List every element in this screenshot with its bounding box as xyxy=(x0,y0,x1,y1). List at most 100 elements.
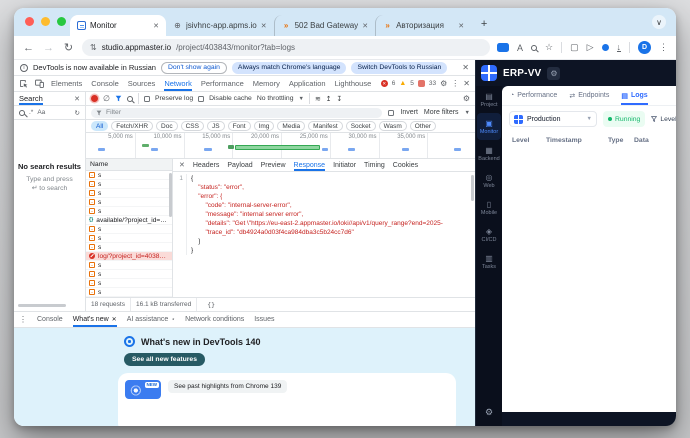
tab-close-icon[interactable]: ✕ xyxy=(362,22,368,30)
request-row[interactable]: s xyxy=(86,180,172,189)
devtools-tab-memory[interactable]: Memory xyxy=(253,76,280,91)
downloads-icon[interactable]: ↓ xyxy=(617,43,622,52)
request-row[interactable]: {}available/?project_id=40384… xyxy=(86,216,172,225)
devtools-tab-lighthouse[interactable]: Lighthouse xyxy=(335,76,372,91)
response-detail-tab-initiator[interactable]: Initiator xyxy=(333,159,356,171)
request-row[interactable]: s xyxy=(86,288,172,297)
request-type-chip-img[interactable]: Img xyxy=(254,121,275,131)
browser-tab-monitor[interactable]: Monitor✕ xyxy=(70,15,166,36)
close-detail-icon[interactable]: ✕ xyxy=(179,161,185,169)
request-type-chip-wasm[interactable]: Wasm xyxy=(379,121,407,131)
dont-show-again-button[interactable]: Don't show again xyxy=(161,62,227,74)
side-panel-icon[interactable] xyxy=(497,43,509,52)
export-har-icon[interactable]: ↧ xyxy=(336,95,342,103)
response-detail-tab-payload[interactable]: Payload xyxy=(227,159,252,171)
tab-close-icon[interactable]: ✕ xyxy=(261,22,267,30)
filter-input[interactable]: Filter xyxy=(91,108,382,118)
drawer-tab-console[interactable]: Console xyxy=(37,312,63,327)
switch-to-russian-button[interactable]: Switch DevTools to Russian xyxy=(351,62,447,74)
preserve-log-checkbox[interactable] xyxy=(144,96,150,102)
highlights-card[interactable]: NEW See past highlights from Chrome 139 xyxy=(118,373,456,426)
extension-icon[interactable]: ▷ xyxy=(587,42,594,53)
request-row[interactable]: s xyxy=(86,270,172,279)
filter-funnel-icon[interactable] xyxy=(115,95,122,102)
translate-icon[interactable]: A xyxy=(517,43,523,53)
erp-tab-logs[interactable]: ▤Logs xyxy=(621,86,647,105)
more-filters-button[interactable]: More filters xyxy=(424,109,459,116)
level-filter-select[interactable]: Level: All ▼ xyxy=(651,116,676,123)
erp-nav-project[interactable]: ▤Project xyxy=(476,86,502,113)
highlight-link[interactable]: See past highlights from Chrome 139 xyxy=(168,380,287,393)
profile-avatar[interactable]: D xyxy=(638,41,651,54)
search-pane-close-icon[interactable]: ✕ xyxy=(74,95,80,103)
request-type-chip-fetch-xhr[interactable]: Fetch/XHR xyxy=(111,121,153,131)
clear-network-log-icon[interactable]: ∅ xyxy=(103,95,110,103)
request-type-chip-doc[interactable]: Doc xyxy=(156,121,178,131)
erp-tab-endpoints[interactable]: ⇄Endpoints xyxy=(569,86,609,105)
back-button[interactable]: ← xyxy=(22,42,35,54)
devtools-close-icon[interactable]: ✕ xyxy=(463,79,470,88)
request-row[interactable]: s xyxy=(86,261,172,270)
menu-kebab-icon[interactable]: ⋮ xyxy=(659,42,668,53)
request-row[interactable]: s xyxy=(86,189,172,198)
drawer-tab-close-icon[interactable]: ✕ xyxy=(112,316,117,323)
erp-nav-ci-cd[interactable]: ◈CI/CD xyxy=(476,221,502,248)
format-response-button[interactable]: {} xyxy=(207,301,215,309)
see-all-features-button[interactable]: See all new features xyxy=(124,353,205,366)
request-row[interactable]: s xyxy=(86,243,172,252)
network-conditions-icon[interactable]: ≋ xyxy=(315,95,321,103)
request-type-chip-css[interactable]: CSS xyxy=(181,121,204,131)
name-column-header[interactable]: Name xyxy=(86,159,172,171)
request-row[interactable]: s xyxy=(86,225,172,234)
request-type-chip-all[interactable]: All xyxy=(91,121,108,131)
request-row[interactable]: s xyxy=(86,198,172,207)
close-window-button[interactable] xyxy=(25,17,34,26)
browser-tab-502-bad-gateway[interactable]: »502 Bad Gateway✕ xyxy=(274,15,375,36)
appmaster-logo-icon[interactable] xyxy=(481,65,497,81)
request-row[interactable]: s xyxy=(86,171,172,180)
warning-badge-icon[interactable]: ▲ xyxy=(399,80,406,87)
issues-badge-icon[interactable] xyxy=(418,80,425,87)
tab-search-button[interactable]: ∨ xyxy=(652,15,666,29)
device-toolbar-icon[interactable] xyxy=(35,79,44,88)
response-detail-tab-response[interactable]: Response xyxy=(294,159,326,171)
address-bar[interactable]: ⇅ studio.appmaster.io/project/403843/mon… xyxy=(82,39,490,56)
vertical-scrollbar[interactable] xyxy=(471,175,474,201)
forward-button[interactable]: → xyxy=(42,42,55,54)
erp-nav-monitor[interactable]: ▣Monitor xyxy=(477,113,501,140)
request-type-chip-font[interactable]: Font xyxy=(228,121,251,131)
drawer-tab-issues[interactable]: Issues xyxy=(254,312,274,327)
match-language-button[interactable]: Always match Chrome's language xyxy=(232,62,347,74)
search-icon[interactable] xyxy=(531,45,537,51)
devtools-tab-network[interactable]: Network xyxy=(164,76,192,91)
devtools-kebab-icon[interactable]: ⋮ xyxy=(451,79,459,88)
tab-close-icon[interactable]: ✕ xyxy=(458,22,464,30)
devtools-tab-application[interactable]: Application xyxy=(289,76,326,91)
drawer-tab-what-s-new[interactable]: What's new✕ xyxy=(73,312,117,327)
erp-nav-mobile[interactable]: ▯Mobile xyxy=(476,194,502,221)
zoom-window-button[interactable] xyxy=(57,17,66,26)
devtools-tab-sources[interactable]: Sources xyxy=(128,76,156,91)
minimize-window-button[interactable] xyxy=(41,17,50,26)
import-har-icon[interactable]: ↥ xyxy=(326,95,332,103)
erp-tab-performance[interactable]: ◔Performance xyxy=(510,86,557,105)
request-row[interactable]: s xyxy=(86,234,172,243)
bookmark-star-icon[interactable]: ☆ xyxy=(545,42,553,53)
response-detail-tab-timing[interactable]: Timing xyxy=(364,159,385,171)
disable-cache-checkbox[interactable] xyxy=(198,96,204,102)
search-pane-tab[interactable]: Search xyxy=(19,92,43,105)
request-type-chip-js[interactable]: JS xyxy=(207,121,225,131)
site-connection-icon[interactable]: ⇅ xyxy=(90,43,97,52)
request-row[interactable]: log/?project_id=403843&de… xyxy=(86,252,172,261)
infobar-close-icon[interactable]: ✕ xyxy=(462,63,469,72)
throttling-select[interactable]: No throttling xyxy=(257,95,294,102)
devtools-tab-elements[interactable]: Elements xyxy=(51,76,82,91)
drawer-kebab-icon[interactable]: ⋮ xyxy=(19,315,27,324)
new-tab-button[interactable]: + xyxy=(475,15,493,33)
drawer-tab-ai-assistance[interactable]: AI assistance⋆ xyxy=(127,312,175,327)
match-case-toggle[interactable]: Aa xyxy=(37,109,45,116)
horizontal-scrollbar[interactable] xyxy=(18,304,66,307)
environment-select[interactable]: Production ▼ xyxy=(509,111,597,127)
erp-nav-tasks[interactable]: ▥Tasks xyxy=(476,248,502,275)
update-dot-icon[interactable] xyxy=(602,44,609,51)
